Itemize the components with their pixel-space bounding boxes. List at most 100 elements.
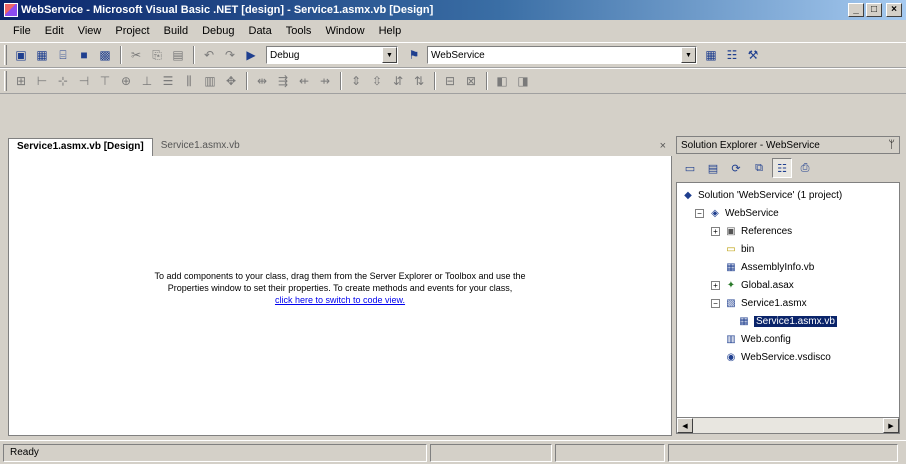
cut-icon[interactable]: ✂ <box>126 45 146 65</box>
vs-app-icon[interactable] <box>4 3 18 17</box>
undo-icon[interactable]: ↶ <box>199 45 219 65</box>
solution-explorer-header: Solution Explorer - WebService ᛘ <box>676 136 900 154</box>
window-title: WebService - Microsoft Visual Basic .NET… <box>21 4 434 16</box>
menu-project[interactable]: Project <box>108 23 156 39</box>
scroll-left-icon[interactable]: ◀ <box>677 418 693 433</box>
tree-item[interactable]: ▥ Web.config <box>724 331 791 347</box>
align-tops-icon[interactable]: ⊤ <box>95 71 115 91</box>
project-icon: ◈ <box>711 207 719 219</box>
tree-item[interactable]: − ▧ Service1.asmx <box>711 295 807 311</box>
tree-item[interactable]: ◆ Solution 'WebService' (1 project) <box>681 187 842 203</box>
tree-item-selected[interactable]: ▦ Service1.asmx.vb <box>737 313 837 329</box>
menu-data[interactable]: Data <box>242 23 279 39</box>
find-icon[interactable]: ⚑ <box>404 45 424 65</box>
tree-item[interactable]: ▦ AssemblyInfo.vb <box>724 259 814 275</box>
h-spacing-decrease-icon[interactable]: ⇷ <box>294 71 314 91</box>
copy-icon[interactable]: ⎘ <box>147 45 167 65</box>
global-icon: ✦ <box>726 279 736 291</box>
size-to-grid-icon[interactable]: ✥ <box>221 71 241 91</box>
align-centers-icon[interactable]: ⊹ <box>53 71 73 91</box>
h-spacing-equal-icon[interactable]: ⇹ <box>252 71 272 91</box>
menu-view[interactable]: View <box>71 23 109 39</box>
tree-item[interactable]: + ✦ Global.asax <box>711 277 794 293</box>
menu-build[interactable]: Build <box>157 23 195 39</box>
chevron-down-icon[interactable]: ▼ <box>681 47 696 63</box>
v-spacing-decrease-icon[interactable]: ⇵ <box>388 71 408 91</box>
redo-icon[interactable]: ↷ <box>220 45 240 65</box>
add-item-icon[interactable]: ▦ <box>32 45 52 65</box>
collapse-icon[interactable]: − <box>695 208 704 218</box>
center-horizontally-icon[interactable]: ⊟ <box>440 71 460 91</box>
start-debug-icon[interactable]: ▶ <box>241 45 261 65</box>
folder-icon: ▭ <box>726 243 736 255</box>
toolbar-grip[interactable] <box>4 71 7 91</box>
menu-debug[interactable]: Debug <box>195 23 241 39</box>
disco-icon: ◉ <box>726 351 736 363</box>
solution-explorer-icon[interactable]: ▦ <box>701 45 721 65</box>
menu-bar: File Edit View Project Build Debug Data … <box>0 20 906 42</box>
find-combo[interactable]: WebService ▼ <box>427 46 697 64</box>
show-all-files-icon[interactable]: ⧉ <box>749 158 769 178</box>
v-spacing-remove-icon[interactable]: ⇅ <box>409 71 429 91</box>
view-code-icon[interactable]: ▭ <box>680 158 700 178</box>
switch-to-code-view-link[interactable]: click here to switch to code view. <box>275 295 405 305</box>
v-spacing-increase-icon[interactable]: ⇳ <box>367 71 387 91</box>
menu-file[interactable]: File <box>6 23 38 39</box>
tab-service1-code[interactable]: Service1.asmx.vb <box>153 138 248 156</box>
find-value: WebService <box>431 49 485 61</box>
copy-project-icon[interactable]: ⎙ <box>795 158 815 178</box>
h-spacing-remove-icon[interactable]: ⇸ <box>315 71 335 91</box>
align-to-grid-icon[interactable]: ⊞ <box>11 71 31 91</box>
toolbar-separator <box>434 72 436 90</box>
solution-horizontal-scrollbar[interactable]: ◀ ▶ <box>676 418 900 434</box>
align-rights-icon[interactable]: ⊣ <box>74 71 94 91</box>
maximize-button[interactable]: □ <box>866 3 882 17</box>
center-vertically-icon[interactable]: ⊠ <box>461 71 481 91</box>
expand-icon[interactable]: + <box>711 226 720 236</box>
view-designer-icon[interactable]: ▤ <box>703 158 723 178</box>
save-icon[interactable]: ■ <box>74 45 94 65</box>
tab-service1-design[interactable]: Service1.asmx.vb [Design] <box>8 138 153 156</box>
menu-help[interactable]: Help <box>372 23 409 39</box>
toolbox-icon[interactable]: ⚒ <box>743 45 763 65</box>
menu-edit[interactable]: Edit <box>38 23 71 39</box>
new-project-icon[interactable]: ▣ <box>11 45 31 65</box>
pin-icon[interactable]: ᛘ <box>888 139 895 151</box>
bring-to-front-icon[interactable]: ◧ <box>492 71 512 91</box>
toolbar-separator <box>246 72 248 90</box>
status-pane-4 <box>668 443 898 462</box>
design-message-line2: Properties window to set their propertie… <box>167 283 513 293</box>
solution-config-combo[interactable]: Debug ▼ <box>266 46 398 64</box>
scroll-right-icon[interactable]: ▶ <box>883 418 899 433</box>
expand-icon[interactable]: + <box>711 280 720 290</box>
close-document-icon[interactable]: × <box>660 140 666 152</box>
properties-icon[interactable]: ☷ <box>772 158 792 178</box>
save-all-icon[interactable]: ▩ <box>95 45 115 65</box>
same-height-icon[interactable]: ⫼ <box>179 71 199 91</box>
tree-item[interactable]: − ◈ WebService <box>695 205 779 221</box>
properties-icon[interactable]: ☷ <box>722 45 742 65</box>
chevron-down-icon[interactable]: ▼ <box>382 47 397 63</box>
close-button[interactable]: × <box>886 3 902 17</box>
minimize-button[interactable]: _ <box>848 3 864 17</box>
toolbar-separator <box>340 72 342 90</box>
align-bottoms-icon[interactable]: ⊥ <box>137 71 157 91</box>
toolbar-grip[interactable] <box>4 45 7 65</box>
align-lefts-icon[interactable]: ⊢ <box>32 71 52 91</box>
open-file-icon[interactable]: ⌸ <box>53 45 73 65</box>
collapse-icon[interactable]: − <box>711 298 720 308</box>
tree-item[interactable]: ▭ bin <box>724 241 754 257</box>
refresh-icon[interactable]: ⟳ <box>726 158 746 178</box>
v-spacing-equal-icon[interactable]: ⇕ <box>346 71 366 91</box>
menu-tools[interactable]: Tools <box>279 23 319 39</box>
tree-item[interactable]: ◉ WebService.vsdisco <box>724 349 831 365</box>
menu-window[interactable]: Window <box>318 23 371 39</box>
tree-item[interactable]: + ▣ References <box>711 223 792 239</box>
same-width-icon[interactable]: ☰ <box>158 71 178 91</box>
paste-icon[interactable]: ▤ <box>168 45 188 65</box>
solution-tree[interactable]: ◆ Solution 'WebService' (1 project) − ◈ … <box>676 182 900 418</box>
h-spacing-increase-icon[interactable]: ⇶ <box>273 71 293 91</box>
align-middles-icon[interactable]: ⊕ <box>116 71 136 91</box>
send-to-back-icon[interactable]: ◨ <box>513 71 533 91</box>
same-size-icon[interactable]: ▥ <box>200 71 220 91</box>
